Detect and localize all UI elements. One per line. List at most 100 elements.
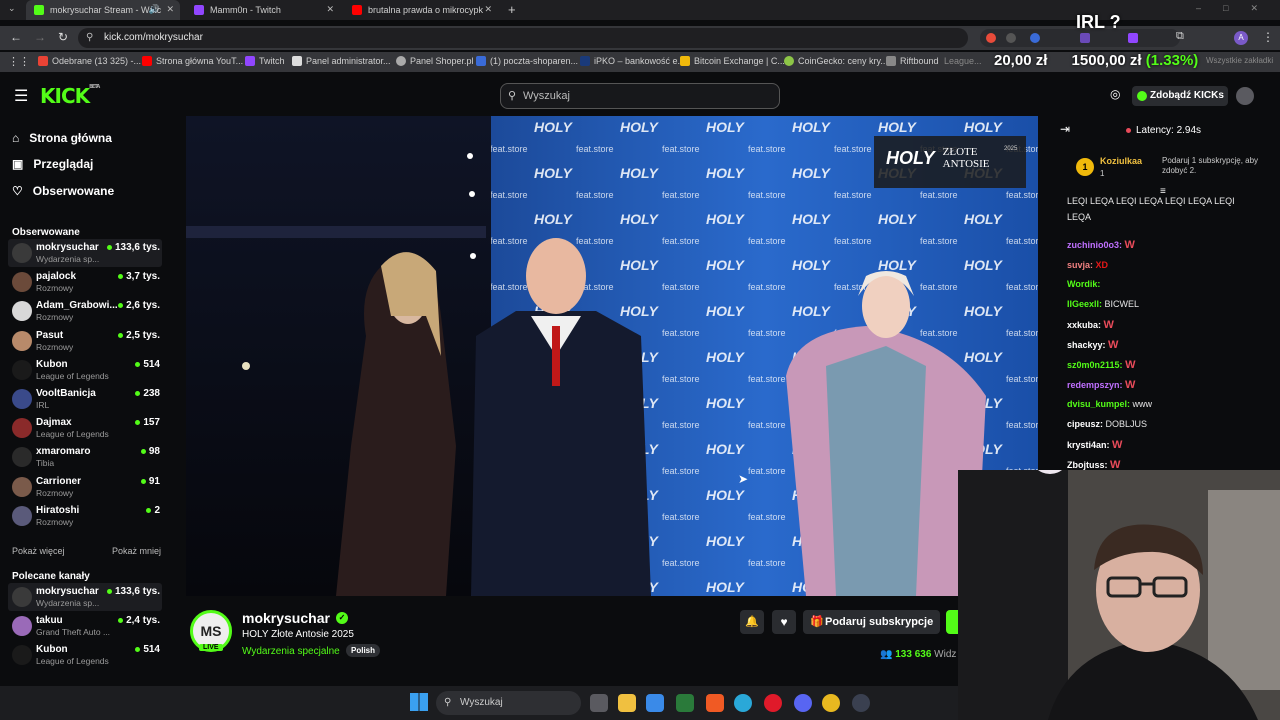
sidebar-channel[interactable]: Pasut Rozmowy 2,5 tys.: [8, 327, 162, 355]
sidebar-channel[interactable]: VooltBanicja IRL 238: [8, 385, 162, 413]
extension-icon[interactable]: [1128, 33, 1138, 43]
sidebar-channel[interactable]: Kubon League of Legends 514: [8, 641, 162, 669]
show-less-link[interactable]: Pokaż mniej: [112, 546, 161, 556]
chat-username[interactable]: shackyy:: [1067, 340, 1106, 350]
forward-icon[interactable]: →: [34, 30, 46, 44]
tab-audio-icon[interactable]: 🔊: [149, 4, 160, 15]
opera-icon[interactable]: [764, 694, 782, 712]
reload-icon[interactable]: ↻: [58, 30, 68, 44]
sidebar-channel[interactable]: Carrioner Rozmowy 91: [8, 473, 162, 501]
sidebar-channel[interactable]: Hiratoshi Rozmowy 2: [8, 502, 162, 530]
video-player[interactable]: HOLY feat.store HOLY ZŁOTE ANTOSIE 2025 …: [186, 116, 1038, 596]
sidebar-channel[interactable]: Adam_Grabowi... Rozmowy 2,6 tys.: [8, 297, 162, 325]
show-more-link[interactable]: Pokaż więcej: [12, 546, 65, 556]
sidebar-channel[interactable]: pajalock Rozmowy 3,7 tys.: [8, 268, 162, 296]
tab-youtube[interactable]: brutalna prawda o mikrocypk ✕: [344, 0, 498, 20]
sidebar-channel[interactable]: xmaromaro Tibia 98: [8, 443, 162, 471]
tab-close-icon[interactable]: ✕: [166, 4, 174, 15]
chat-username[interactable]: dvisu_kumpel:: [1067, 399, 1130, 409]
hamburger-menu-icon[interactable]: ☰: [14, 86, 28, 106]
stream-category-link[interactable]: Wydarzenia specjalne: [242, 646, 340, 657]
bookmark-admin[interactable]: Panel administrator...: [292, 56, 391, 66]
chrome-icon[interactable]: [822, 694, 840, 712]
gift-subscriptions-button[interactable]: 🎁 Podaruj subskrypcje: [803, 610, 940, 634]
sidebar-channel[interactable]: mokrysuchar Wydarzenia sp... 133,6 tys.: [8, 583, 162, 611]
chat-username[interactable]: zuchinio0o3:: [1067, 240, 1122, 250]
bookmark-league[interactable]: League...: [944, 56, 982, 66]
tab-twitch[interactable]: Mamm0n - Twitch ✕: [186, 0, 340, 20]
kick-logo[interactable]: KICKBETA: [40, 84, 100, 108]
bookmark-twitch[interactable]: Twitch: [245, 56, 285, 66]
taskbar-search[interactable]: ⚲ Wyszukaj: [436, 691, 581, 715]
nav-following[interactable]: ♡ Obserwowane: [12, 184, 114, 198]
sidebar-channel[interactable]: Dajmax League of Legends 157: [8, 414, 162, 442]
apps-grid-icon[interactable]: ⋮⋮: [8, 55, 30, 68]
language-tag[interactable]: Polish: [346, 644, 381, 657]
url-bar[interactable]: ⚲ kick.com/mokrysuchar: [78, 28, 968, 48]
profile-avatar[interactable]: A: [1234, 31, 1248, 45]
extension-icon[interactable]: [1080, 33, 1090, 43]
pinned-gifter-card[interactable]: 1 Koziulkaa 1 Podaruj 1 subskrypcję, aby…: [1062, 148, 1272, 188]
task-view-icon[interactable]: [590, 694, 608, 712]
chat-username[interactable]: sz0m0n2115:: [1067, 360, 1123, 370]
bookmark-coingecko[interactable]: CoinGecko: ceny kry...: [784, 56, 888, 66]
chat-username[interactable]: redempszyn:: [1067, 380, 1123, 390]
extension-icon[interactable]: [986, 33, 996, 43]
bookmark-youtube[interactable]: Strona główna YouT...: [142, 56, 243, 66]
follow-heart-button[interactable]: ♥: [772, 610, 796, 634]
search-input[interactable]: ⚲ Wyszukaj: [500, 83, 780, 109]
chat-username[interactable]: Zbojtuss:: [1067, 460, 1108, 470]
gmail-icon: [38, 56, 48, 66]
edge-icon[interactable]: [734, 694, 752, 712]
chat-username[interactable]: Wordik:: [1067, 279, 1100, 289]
discord-icon[interactable]: [794, 694, 812, 712]
get-kicks-button[interactable]: Zdobądź KICKs: [1132, 86, 1228, 106]
bookmark-shoper[interactable]: Panel Shoper.pl: [396, 56, 474, 66]
tab-kick[interactable]: mokrysuchar Stream - Watc 🔊 ✕: [26, 0, 180, 20]
nav-browse[interactable]: ▣ Przeglądaj: [12, 157, 93, 171]
extension-icon[interactable]: [1006, 33, 1016, 43]
sidebar-channel[interactable]: takuu Grand Theft Auto ... 2,4 tys.: [8, 612, 162, 640]
all-bookmarks[interactable]: Wszystkie zakładki: [1206, 56, 1273, 65]
channel-name[interactable]: mokrysuchar ✓: [242, 610, 348, 626]
channel-avatar: [12, 359, 32, 380]
tab-list-menu-icon[interactable]: ⌄: [8, 3, 16, 14]
site-info-icon[interactable]: ⚲: [86, 28, 93, 48]
extension-icon[interactable]: [1030, 33, 1040, 43]
file-explorer-icon[interactable]: [618, 694, 636, 712]
windows-start-icon[interactable]: [410, 693, 428, 711]
notification-bell-button[interactable]: 🔔: [740, 610, 764, 634]
tab-close-icon[interactable]: ✕: [484, 4, 492, 15]
sidebar-channel[interactable]: mokrysuchar Wydarzenia sp... 133,6 tys.: [8, 239, 162, 267]
viewer-count-label: Widz: [934, 649, 957, 660]
chat-username[interactable]: suvja:: [1067, 260, 1093, 270]
puzzle-icon[interactable]: ⧉: [1176, 30, 1184, 43]
bookmark-mail[interactable]: (1) poczta-shoparen...: [476, 56, 578, 66]
app-icon[interactable]: [676, 694, 694, 712]
nav-home[interactable]: ⌂ Strona główna: [12, 131, 112, 145]
chat-username[interactable]: xxkuba:: [1067, 320, 1101, 330]
live-dot-icon: [118, 618, 124, 624]
tab-close-icon[interactable]: ✕: [326, 4, 334, 15]
collapse-chat-icon[interactable]: ⇥: [1060, 122, 1070, 136]
new-tab-button[interactable]: +: [508, 2, 516, 17]
back-icon[interactable]: ←: [10, 30, 22, 44]
chat-username[interactable]: IIGeexll:: [1067, 299, 1102, 309]
store-icon[interactable]: [646, 694, 664, 712]
notifications-icon[interactable]: ◎: [1110, 87, 1120, 101]
chat-username[interactable]: krysti4an:: [1067, 440, 1110, 450]
bookmark-label: Riftbound: [900, 56, 939, 66]
live-dot-icon: [135, 361, 141, 367]
bookmark-label: Panel Shoper.pl: [410, 56, 474, 66]
menu-icon[interactable]: ⋮: [1262, 30, 1274, 44]
brave-icon[interactable]: [706, 694, 724, 712]
sidebar-channel[interactable]: Kubon League of Legends 514: [8, 356, 162, 384]
bookmark-riftbound[interactable]: Riftbound: [886, 56, 939, 66]
user-avatar[interactable]: [1236, 87, 1254, 105]
steam-icon[interactable]: [852, 694, 870, 712]
bookmark-gmail[interactable]: Odebrane (13 325) -...: [38, 56, 141, 66]
bookmark-binance[interactable]: Bitcoin Exchange | C...: [680, 56, 785, 66]
chat-username[interactable]: cipeusz:: [1067, 419, 1103, 429]
window-controls[interactable]: –□✕: [1196, 3, 1280, 14]
bookmark-ipko[interactable]: iPKO – bankowość e...: [580, 56, 685, 66]
